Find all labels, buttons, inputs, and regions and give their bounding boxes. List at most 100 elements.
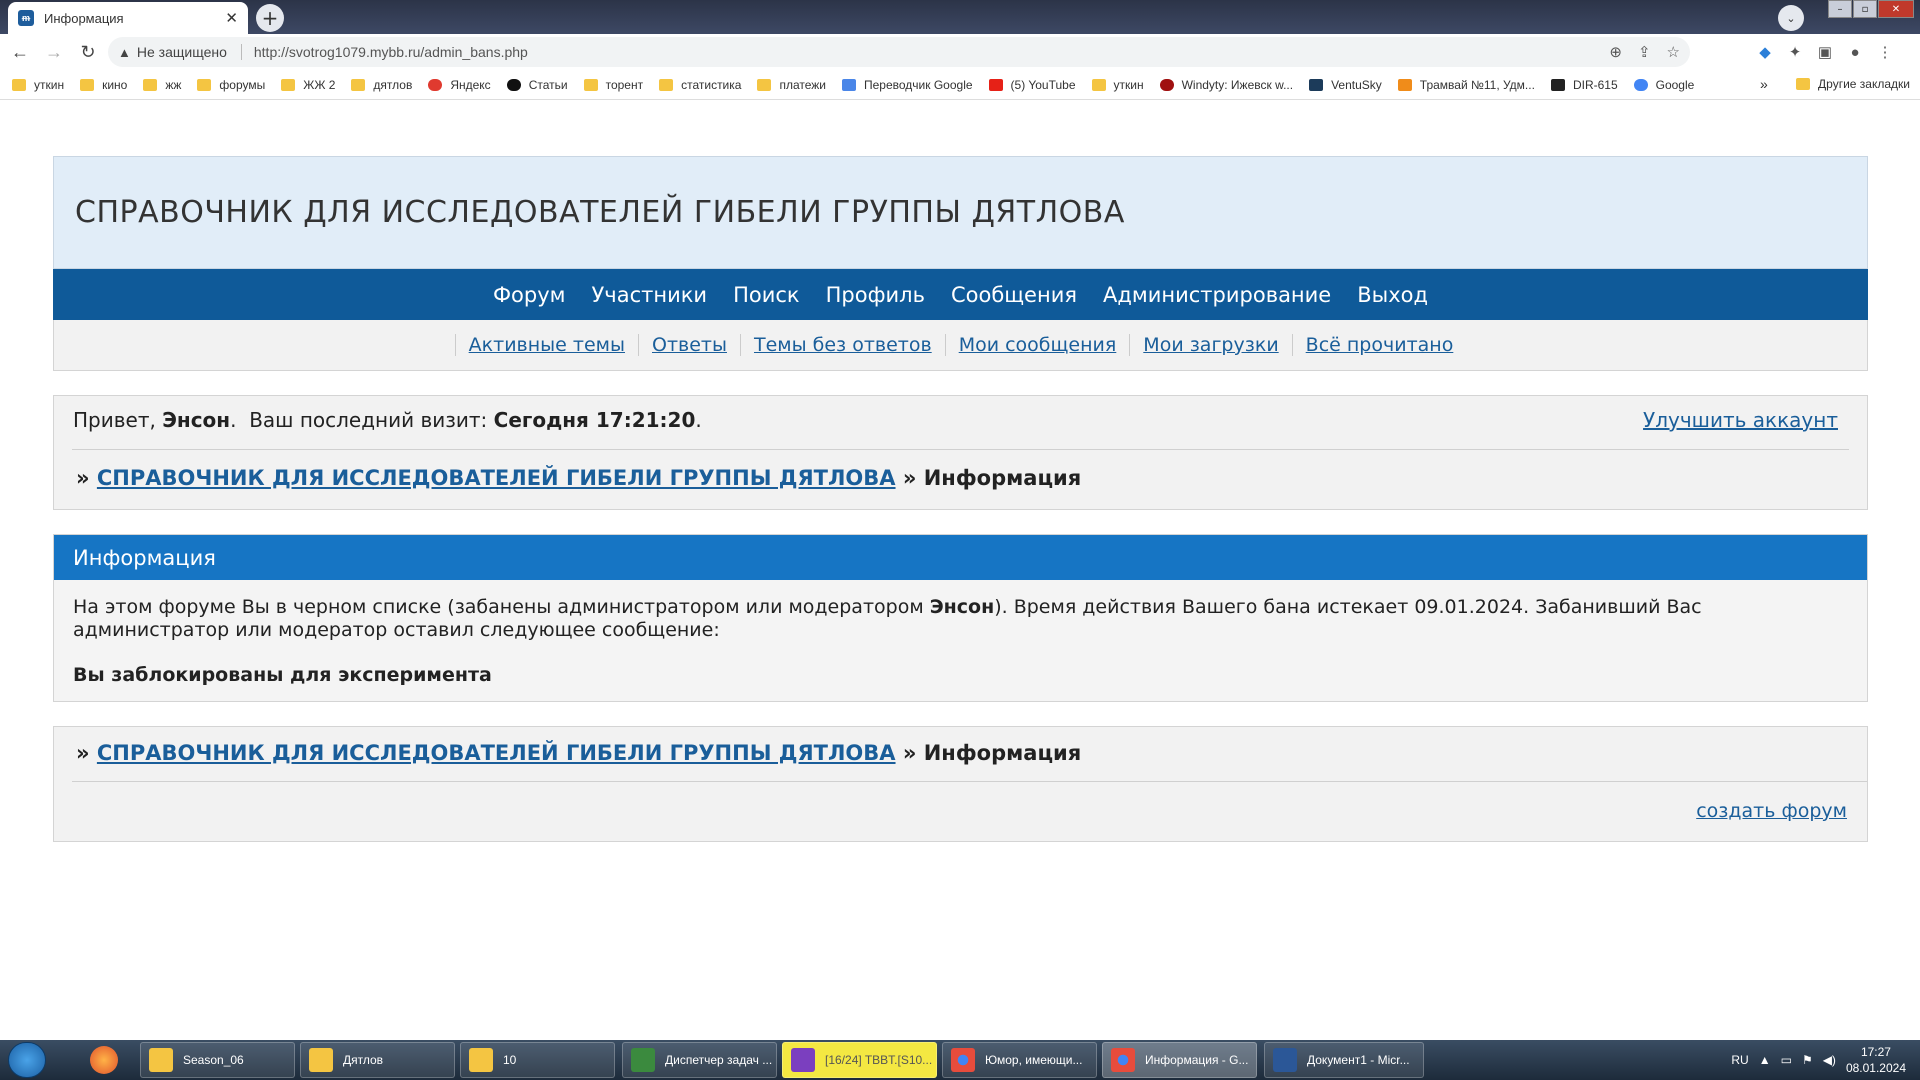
folder-icon bbox=[12, 78, 26, 91]
bookmark-item[interactable]: жж bbox=[143, 78, 181, 92]
subnav-my-posts[interactable]: Мои сообщения bbox=[944, 334, 1130, 356]
clock-time: 17:27 bbox=[1860, 1045, 1891, 1059]
address-bar[interactable]: ▲ Не защищено http://svotrog1079.mybb.ru… bbox=[108, 37, 1690, 67]
flag-icon[interactable]: ⚑ bbox=[1802, 1053, 1813, 1067]
zoom-icon[interactable]: ⊕ bbox=[1609, 43, 1622, 61]
folder-icon bbox=[1796, 78, 1811, 90]
forward-arrow-icon[interactable]: → bbox=[40, 38, 68, 66]
create-forum-link[interactable]: создать форум bbox=[1696, 800, 1847, 822]
subnav-mark-read[interactable]: Всё прочитано bbox=[1291, 334, 1467, 356]
bookmark-item[interactable]: ЖЖ 2 bbox=[281, 78, 335, 92]
nav-messages[interactable]: Сообщения bbox=[951, 283, 1077, 307]
taskbar-item[interactable]: Информация - G... bbox=[1102, 1042, 1257, 1078]
forum-page: СПРАВОЧНИК ДЛЯ ИССЛЕДОВАТЕЛЕЙ ГИБЕЛИ ГРУ… bbox=[53, 156, 1868, 842]
bookmark-item[interactable]: торент bbox=[583, 78, 643, 92]
bookmark-item[interactable]: кино bbox=[80, 78, 127, 92]
yandex-icon bbox=[428, 78, 443, 91]
breadcrumb-home-link[interactable]: СПРАВОЧНИК ДЛЯ ИССЛЕДОВАТЕЛЕЙ ГИБЕЛИ ГРУ… bbox=[97, 466, 896, 490]
bookmark-item[interactable]: статистика bbox=[659, 78, 741, 92]
share-icon[interactable]: ⇪ bbox=[1638, 43, 1651, 61]
taskbar-item[interactable]: 10 bbox=[460, 1042, 615, 1078]
ventusky-icon bbox=[1309, 78, 1324, 91]
bookmark-item[interactable]: платежи bbox=[757, 78, 826, 92]
close-window-icon[interactable]: ✕ bbox=[1878, 0, 1914, 18]
start-button-icon[interactable] bbox=[8, 1042, 46, 1078]
browser-tab-active[interactable]: ᵯ Информация ✕ bbox=[8, 2, 248, 34]
nav-search[interactable]: Поиск bbox=[733, 283, 800, 307]
folder-icon bbox=[80, 78, 95, 91]
taskbar-item[interactable]: Юмор, имеющи... bbox=[942, 1042, 1097, 1078]
firefox-icon[interactable] bbox=[90, 1046, 118, 1074]
site-favicon-icon: ᵯ bbox=[18, 10, 34, 26]
bookmarks-bar: уткин кино жж форумы ЖЖ 2 дятлов Яндекс … bbox=[0, 70, 1920, 100]
subnav-my-uploads[interactable]: Мои загрузки bbox=[1129, 334, 1291, 356]
extension-icon[interactable]: ◆ bbox=[1750, 38, 1780, 66]
bookmark-item[interactable]: VentuSky bbox=[1309, 78, 1382, 92]
divider bbox=[72, 449, 1849, 450]
breadcrumb-bottom: » СПРАВОЧНИК ДЛЯ ИССЛЕДОВАТЕЛЕЙ ГИБЕЛИ Г… bbox=[76, 741, 1082, 765]
google-icon bbox=[1633, 78, 1648, 91]
nav-forum[interactable]: Форум bbox=[493, 283, 566, 307]
youtube-icon bbox=[988, 78, 1003, 91]
menu-dots-icon[interactable]: ⋮ bbox=[1870, 38, 1900, 66]
bookmark-item[interactable]: Статьи bbox=[506, 78, 568, 92]
bookmark-item[interactable]: уткин bbox=[12, 78, 64, 92]
url-text[interactable]: http://svotrog1079.mybb.ru/admin_bans.ph… bbox=[254, 44, 528, 60]
bookmark-item[interactable]: Яндекс bbox=[428, 78, 491, 92]
nav-admin[interactable]: Администрирование bbox=[1103, 283, 1331, 307]
nav-members[interactable]: Участники bbox=[592, 283, 708, 307]
nav-logout[interactable]: Выход bbox=[1357, 283, 1428, 307]
bookmark-item[interactable]: Google bbox=[1633, 78, 1694, 92]
breadcrumb-home-link[interactable]: СПРАВОЧНИК ДЛЯ ИССЛЕДОВАТЕЛЕЙ ГИБЕЛИ ГРУ… bbox=[97, 741, 896, 765]
taskbar-item[interactable]: Диспетчер задач ... bbox=[622, 1042, 777, 1078]
bookmark-item[interactable]: (5) YouTube bbox=[988, 78, 1076, 92]
subnav-active-topics[interactable]: Активные темы bbox=[454, 334, 638, 356]
folder-icon bbox=[757, 78, 772, 91]
tray-expand-icon[interactable]: ▲ bbox=[1759, 1053, 1771, 1067]
side-panel-icon[interactable]: ▣ bbox=[1810, 38, 1840, 66]
taskbar-item[interactable]: Документ1 - Micr... bbox=[1264, 1042, 1424, 1078]
other-bookmarks[interactable]: Другие закладки bbox=[1796, 77, 1910, 91]
back-arrow-icon[interactable]: ← bbox=[6, 38, 34, 66]
last-visit: Сегодня 17:21:20 bbox=[493, 408, 696, 432]
bookmark-item[interactable]: DIR-615 bbox=[1550, 78, 1618, 92]
info-box: Информация На этом форуме Вы в черном сп… bbox=[53, 534, 1868, 702]
new-tab-button[interactable]: + bbox=[256, 4, 284, 32]
bookmark-item[interactable]: Трамвай №11, Удм... bbox=[1397, 78, 1535, 92]
subnav-replies[interactable]: Ответы bbox=[638, 334, 740, 356]
system-tray: RU ▲ ▭ ⚑ ◀) 17:27 08.01.2024 bbox=[1731, 1040, 1920, 1080]
folder-icon bbox=[281, 78, 296, 91]
taskbar-item[interactable]: Season_06 bbox=[140, 1042, 295, 1078]
bookmark-item[interactable]: Переводчик Google bbox=[842, 78, 973, 92]
bookmark-item[interactable]: уткин bbox=[1091, 78, 1144, 92]
language-indicator[interactable]: RU bbox=[1731, 1053, 1748, 1067]
subnav-unanswered[interactable]: Темы без ответов bbox=[739, 334, 945, 356]
bookmarks-overflow-button[interactable]: » bbox=[1760, 76, 1768, 92]
warning-icon: ▲ bbox=[118, 44, 131, 60]
taskbar-item[interactable]: [16/24] TBBT.[S10... bbox=[782, 1042, 937, 1078]
reload-icon[interactable]: ↻ bbox=[74, 38, 102, 66]
divider bbox=[72, 781, 1867, 782]
tab-title: Информация bbox=[44, 10, 124, 26]
breadcrumb: » СПРАВОЧНИК ДЛЯ ИССЛЕДОВАТЕЛЕЙ ГИБЕЛИ Г… bbox=[76, 466, 1082, 490]
media-player-icon bbox=[791, 1048, 815, 1072]
clock[interactable]: 17:27 08.01.2024 bbox=[1846, 1044, 1906, 1076]
forum-header: СПРАВОЧНИК ДЛЯ ИССЛЕДОВАТЕЛЕЙ ГИБЕЛИ ГРУ… bbox=[53, 156, 1868, 269]
tab-search-icon[interactable]: ⌄ bbox=[1778, 5, 1804, 31]
upgrade-account-link[interactable]: Улучшить аккаунт bbox=[1643, 408, 1838, 432]
tab-close-icon[interactable]: ✕ bbox=[225, 9, 238, 27]
minimize-icon[interactable]: – bbox=[1828, 0, 1852, 18]
bookmark-item[interactable]: форумы bbox=[197, 78, 265, 92]
bookmark-item[interactable]: дятлов bbox=[351, 78, 412, 92]
network-icon[interactable]: ▭ bbox=[1781, 1053, 1792, 1067]
nav-profile[interactable]: Профиль bbox=[826, 283, 925, 307]
taskbar-item[interactable]: Дятлов bbox=[300, 1042, 455, 1078]
profile-icon[interactable]: ● bbox=[1840, 38, 1870, 66]
puzzle-icon[interactable]: ✦ bbox=[1780, 38, 1810, 66]
breadcrumb-current: Информация bbox=[923, 466, 1082, 490]
bookmark-star-icon[interactable]: ☆ bbox=[1667, 43, 1680, 61]
volume-icon[interactable]: ◀) bbox=[1823, 1053, 1836, 1067]
maximize-icon[interactable]: ▫ bbox=[1853, 0, 1877, 18]
bookmark-item[interactable]: Windyty: Ижевск w... bbox=[1159, 78, 1293, 92]
breadcrumb-current: Информация bbox=[923, 741, 1082, 765]
